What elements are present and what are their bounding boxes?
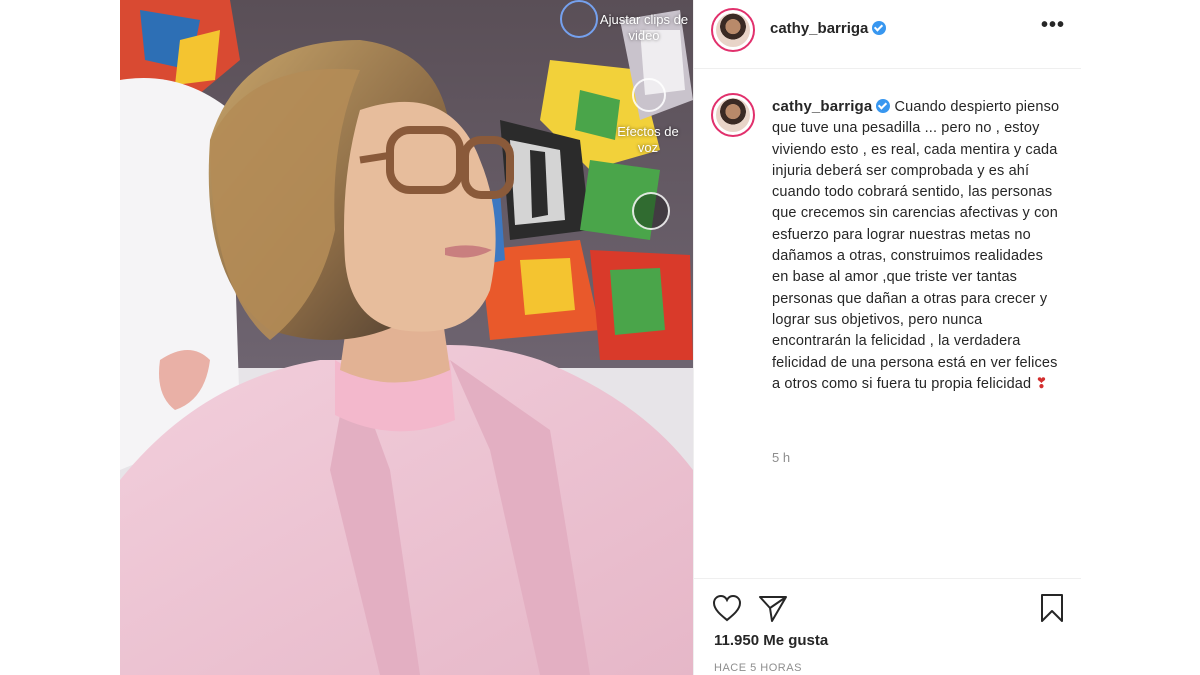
photo-illustration bbox=[120, 0, 693, 675]
caption-avatar[interactable] bbox=[711, 93, 755, 137]
bookmark-icon[interactable] bbox=[1039, 593, 1065, 623]
header-username[interactable]: cathy_barriga bbox=[770, 20, 887, 37]
caption-username[interactable]: cathy_barriga bbox=[772, 98, 872, 115]
post-actions: 11.950 Me gusta HACE 5 HORAS bbox=[694, 578, 1081, 675]
avatar-image bbox=[716, 98, 750, 132]
check-icon[interactable] bbox=[632, 192, 670, 230]
avatar-image bbox=[716, 13, 750, 47]
post-photo[interactable]: Ajustar clips de video Efectos de voz bbox=[120, 0, 693, 675]
avatar[interactable] bbox=[711, 8, 755, 52]
adjust-clips-label[interactable]: Ajustar clips de video bbox=[594, 12, 693, 44]
post-header: cathy_barriga ••• bbox=[694, 0, 1081, 69]
verified-icon bbox=[872, 21, 887, 35]
heart-icon[interactable] bbox=[712, 594, 742, 622]
verified-icon bbox=[876, 99, 891, 113]
likes-count[interactable]: 11.950 Me gusta bbox=[714, 632, 828, 649]
post-details-panel: cathy_barriga ••• cathy_barriga Cuando d… bbox=[693, 0, 1081, 675]
post-caption: cathy_barriga Cuando despierto pienso qu… bbox=[772, 96, 1062, 395]
header-username-text[interactable]: cathy_barriga bbox=[770, 20, 868, 37]
caption-text: Cuando despierto pienso que tuve una pes… bbox=[772, 99, 1060, 392]
adjust-clips-icon[interactable] bbox=[560, 0, 598, 38]
post-date[interactable]: HACE 5 HORAS bbox=[714, 662, 802, 674]
voice-effects-icon[interactable] bbox=[632, 78, 666, 112]
caption-time-ago[interactable]: 5 h bbox=[772, 450, 790, 465]
share-icon[interactable] bbox=[758, 593, 788, 623]
more-horizontal-icon[interactable]: ••• bbox=[1041, 14, 1065, 37]
voice-effects-label[interactable]: Efectos de voz bbox=[608, 124, 688, 156]
heart-exclamation-emoji: ❣ bbox=[1035, 375, 1048, 392]
